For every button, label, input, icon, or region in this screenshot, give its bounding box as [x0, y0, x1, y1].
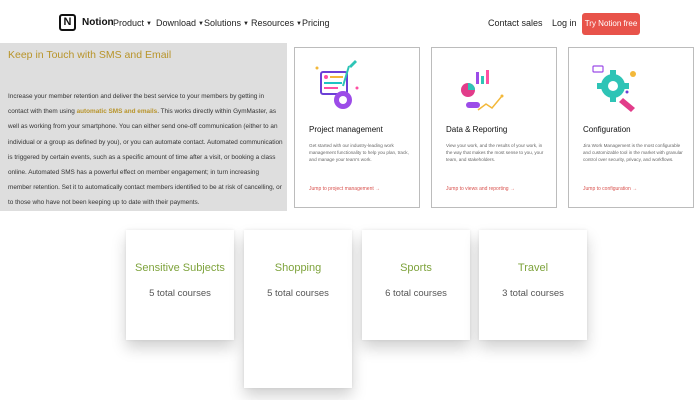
feature-card-data-reporting: Data & Reporting View your work, and the…: [431, 47, 557, 208]
feature-card-project-management: Project management Get started with our …: [294, 47, 420, 208]
course-title: Sports: [400, 262, 432, 274]
course-count: 6 total courses: [385, 288, 447, 299]
nav-solutions-label: Solutions: [204, 18, 242, 28]
top-nav: N Notion Product ▼ Download ▼ Solutions ▼ R…: [0, 0, 700, 46]
feature-title: Data & Reporting: [446, 125, 508, 134]
feature-desc: Get started with our industry-leading wo…: [309, 143, 409, 162]
course-title: Travel: [517, 262, 549, 274]
course-card-sensitive-subjects[interactable]: Sensitive Subjects 5 total courses: [126, 230, 234, 340]
chevron-down-icon: ▼: [146, 21, 152, 27]
login-link[interactable]: Log in: [552, 18, 577, 28]
feature-desc: View your work, and the results of your …: [446, 143, 544, 162]
notion-logo-icon[interactable]: N: [59, 14, 76, 31]
nav-download[interactable]: Download ▼: [156, 18, 204, 28]
feature-title: Configuration: [583, 125, 631, 134]
course-count: 3 total courses: [502, 288, 564, 299]
section-body: Increase your member retention and deliv…: [8, 89, 283, 211]
body-text-end: . This works directly within GymMaster, …: [8, 108, 283, 207]
nav-download-label: Download: [156, 18, 197, 28]
contact-sales-link[interactable]: Contact sales: [488, 18, 543, 28]
nav-product-label: Product: [113, 18, 145, 28]
course-card-shopping[interactable]: Shopping 5 total courses: [244, 230, 352, 388]
course-count: 5 total courses: [149, 288, 211, 299]
feature-title: Project management: [309, 125, 383, 134]
highlight-link[interactable]: automatic SMS and emails: [77, 108, 158, 115]
jump-to-views-reporting-link[interactable]: Jump to views and reporting →: [446, 186, 515, 192]
chevron-down-icon: ▼: [243, 21, 249, 27]
course-count: 5 total courses: [267, 288, 329, 299]
course-title: Sensitive Subjects: [135, 262, 225, 274]
course-card-travel[interactable]: Travel 3 total courses: [479, 230, 587, 340]
jump-to-configuration-link[interactable]: Jump to configuration →: [583, 186, 637, 192]
nav-solutions[interactable]: Solutions ▼: [204, 18, 249, 28]
data-reporting-illustration: [461, 70, 504, 111]
logo-text[interactable]: Notion: [82, 17, 114, 28]
nav-pricing[interactable]: Pricing: [302, 18, 330, 28]
nav-resources[interactable]: Resources ▼: [251, 18, 302, 28]
try-notion-free-button[interactable]: Try Notion free: [582, 13, 640, 35]
feature-desc: Jira Work Management is the most configu…: [583, 143, 683, 162]
course-card-sports[interactable]: Sports 6 total courses: [362, 230, 470, 340]
course-title: Shopping: [274, 262, 322, 274]
feature-card-configuration: Configuration Jira Work Management is th…: [568, 47, 694, 208]
project-management-illustration: [315, 60, 359, 109]
nav-resources-label: Resources: [251, 18, 295, 28]
sms-email-section: Keep in Touch with SMS and Email Increas…: [0, 43, 287, 211]
configuration-illustration: [592, 65, 636, 112]
nav-product[interactable]: Product ▼: [113, 18, 152, 28]
jump-to-project-management-link[interactable]: Jump to project management →: [309, 186, 380, 192]
section-heading: Keep in Touch with SMS and Email: [8, 49, 172, 61]
